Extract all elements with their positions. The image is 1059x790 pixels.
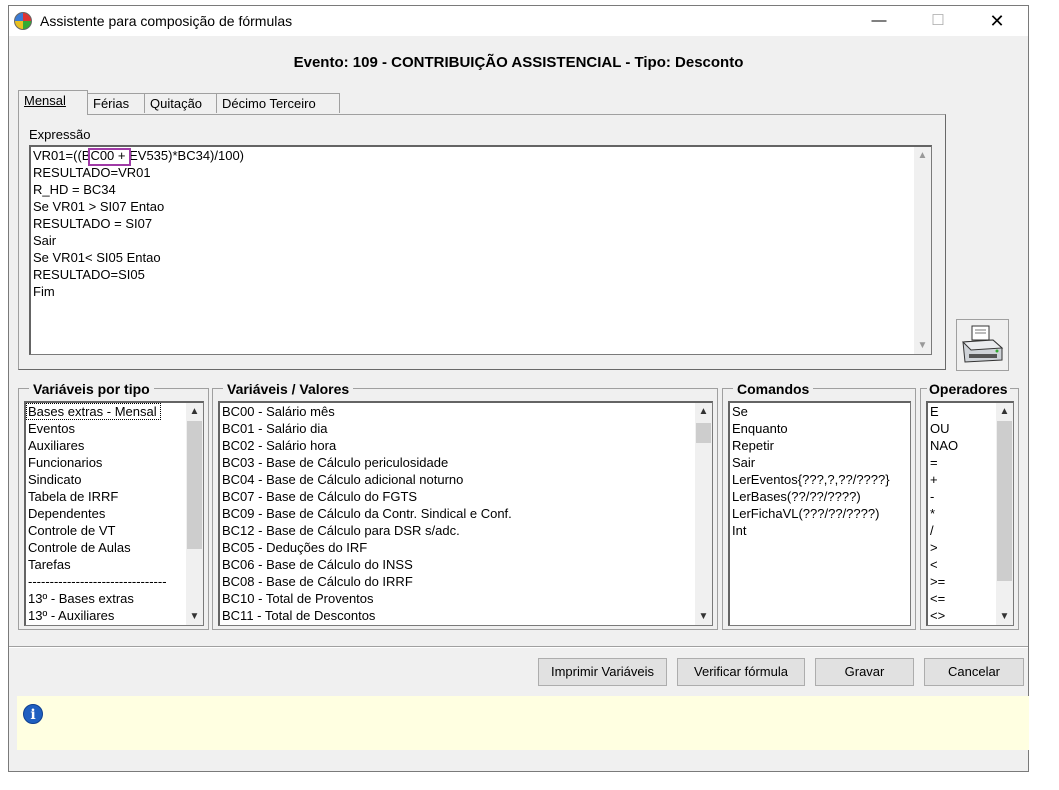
separator <box>9 646 1028 648</box>
cancel-button[interactable]: Cancelar <box>924 658 1024 686</box>
tab-panel-mensal: Expressão VR01=((BC00 + EV535)*BC34)/100… <box>18 114 946 370</box>
list-item[interactable]: BC12 - Base de Cálculo para DSR s/adc. <box>220 522 712 539</box>
list-variaveis-por-tipo[interactable]: Bases extras - Mensal Eventos Auxiliares… <box>24 401 204 626</box>
expression-line: RESULTADO=VR01 <box>33 165 151 180</box>
list-item[interactable]: BC10 - Total de Proventos <box>220 590 712 607</box>
list-item[interactable]: Tarefas <box>26 556 203 573</box>
tipos-scrollbar[interactable]: ▲ ▼ <box>186 403 203 625</box>
printer-icon <box>961 325 1004 363</box>
scroll-up-icon[interactable]: ▲ <box>186 403 203 420</box>
group-label-operadores: Operadores <box>927 381 1010 397</box>
list-item[interactable]: Repetir <box>730 437 910 454</box>
scroll-thumb[interactable] <box>187 421 202 549</box>
expression-line: Sair <box>33 233 57 248</box>
tab-quitacao[interactable]: Quitação <box>144 93 217 113</box>
tab-mensal[interactable]: Mensal <box>18 90 88 115</box>
scroll-up-icon[interactable]: ▲ <box>996 403 1013 420</box>
info-icon: i <box>23 704 43 724</box>
scroll-thumb[interactable] <box>997 421 1012 581</box>
group-variaveis-por-tipo: Variáveis por tipo Bases extras - Mensal… <box>18 381 209 630</box>
list-item[interactable]: BC01 - Salário dia <box>220 420 712 437</box>
list-item[interactable]: BC06 - Base de Cálculo do INSS <box>220 556 712 573</box>
print-expression-button[interactable] <box>956 319 1009 371</box>
expression-line: R_HD = BC34 <box>33 182 116 197</box>
group-label-valores: Variáveis / Valores <box>223 381 354 397</box>
list-item[interactable]: BC07 - Base de Cálculo do FGTS <box>220 488 712 505</box>
close-button[interactable]: ✕ <box>974 6 1020 36</box>
list-item[interactable]: Eventos <box>26 420 203 437</box>
tab-decimo-terceiro[interactable]: Décimo Terceiro <box>216 93 340 113</box>
list-item[interactable]: BC02 - Salário hora <box>220 437 712 454</box>
event-header: Evento: 109 - CONTRIBUIÇÃO ASSISTENCIAL … <box>293 54 744 71</box>
valores-scrollbar[interactable]: ▲ ▼ <box>695 403 712 625</box>
scroll-down-icon[interactable]: ▼ <box>186 608 203 625</box>
group-operadores: Operadores E OU NAO = + - * / > < >= <= … <box>920 381 1019 630</box>
group-comandos: Comandos Se Enquanto Repetir Sair LerEve… <box>722 381 916 630</box>
expression-line: RESULTADO=SI05 <box>33 267 145 282</box>
list-item[interactable]: LerEventos{???,?,??/????} <box>730 471 910 488</box>
group-label-tipos: Variáveis por tipo <box>29 381 154 397</box>
list-item[interactable]: 13º - Bases extras <box>26 590 203 607</box>
list-separator: -------------------------------- <box>28 574 167 589</box>
list-item[interactable]: Sair <box>730 454 910 471</box>
list-item[interactable]: Sindicato <box>26 471 203 488</box>
list-operadores[interactable]: E OU NAO = + - * / > < >= <= <> ▲ ▼ <box>926 401 1014 626</box>
list-item[interactable]: Bases extras - Mensal <box>26 403 161 420</box>
group-variaveis-valores: Variáveis / Valores BC00 - Salário mês B… <box>212 381 718 630</box>
list-item[interactable]: BC00 - Salário mês <box>220 403 712 420</box>
expression-scrollbar[interactable]: ▲ ▼ <box>914 147 931 354</box>
status-bar: i <box>17 696 1029 750</box>
scroll-up-icon[interactable]: ▲ <box>914 147 931 164</box>
list-item[interactable]: LerFichaVL(???/??/????) <box>730 505 910 522</box>
expression-label: Expressão <box>29 127 91 142</box>
window-title: Assistente para composição de fórmulas <box>40 13 293 29</box>
list-item[interactable]: BC04 - Base de Cálculo adicional noturno <box>220 471 712 488</box>
scroll-thumb[interactable] <box>696 423 711 443</box>
expression-line: VR01=((BC00 + EV535)*BC34)/100) <box>33 148 245 163</box>
group-label-comandos: Comandos <box>733 381 814 397</box>
highlight-annotation <box>88 148 131 166</box>
list-item[interactable]: Enquanto <box>730 420 910 437</box>
expression-line: RESULTADO = SI07 <box>33 216 153 231</box>
list-variaveis-valores[interactable]: BC00 - Salário mês BC01 - Salário dia BC… <box>218 401 713 626</box>
minimize-button[interactable]: — <box>856 6 902 36</box>
list-item[interactable]: Controle de Aulas <box>26 539 203 556</box>
expression-line: Se VR01< SI05 Entao <box>33 250 161 265</box>
list-comandos[interactable]: Se Enquanto Repetir Sair LerEventos{???,… <box>728 401 911 626</box>
scroll-down-icon[interactable]: ▼ <box>695 608 712 625</box>
list-item[interactable]: LerBases(??/??/????) <box>730 488 910 505</box>
operadores-scrollbar[interactable]: ▲ ▼ <box>996 403 1013 625</box>
save-button[interactable]: Gravar <box>815 658 914 686</box>
list-item[interactable]: BC05 - Deduções do IRF <box>220 539 712 556</box>
print-variables-button[interactable]: Imprimir Variáveis <box>538 658 667 686</box>
expression-line: Se VR01 > SI07 Entao <box>33 199 165 214</box>
expression-editor[interactable]: VR01=((BC00 + EV535)*BC34)/100) RESULTAD… <box>29 145 932 355</box>
scroll-down-icon[interactable]: ▼ <box>996 608 1013 625</box>
list-item[interactable]: Dependentes <box>26 505 203 522</box>
title-bar: Assistente para composição de fórmulas —… <box>9 6 1028 36</box>
list-item[interactable]: BC09 - Base de Cálculo da Contr. Sindica… <box>220 505 712 522</box>
tab-ferias[interactable]: Férias <box>87 93 145 113</box>
list-item[interactable]: BC08 - Base de Cálculo do IRRF <box>220 573 712 590</box>
list-item[interactable]: Se <box>730 403 910 420</box>
list-item[interactable]: Auxiliares <box>26 437 203 454</box>
expression-line: Fim <box>33 284 55 299</box>
list-item[interactable]: Controle de VT <box>26 522 203 539</box>
app-icon <box>14 12 32 30</box>
list-item[interactable]: Int <box>730 522 910 539</box>
list-item[interactable]: Tabela de IRRF <box>26 488 203 505</box>
list-item[interactable]: Funcionarios <box>26 454 203 471</box>
list-item[interactable]: BC03 - Base de Cálculo periculosidade <box>220 454 712 471</box>
maximize-button[interactable]: ☐ <box>915 6 961 36</box>
scroll-down-icon[interactable]: ▼ <box>914 337 931 354</box>
verify-formula-button[interactable]: Verificar fórmula <box>677 658 805 686</box>
scroll-up-icon[interactable]: ▲ <box>695 403 712 420</box>
list-item[interactable]: 13º - Auxiliares <box>26 607 203 624</box>
formula-assistant-window: Assistente para composição de fórmulas —… <box>8 5 1029 772</box>
list-item[interactable]: BC11 - Total de Descontos <box>220 607 712 624</box>
